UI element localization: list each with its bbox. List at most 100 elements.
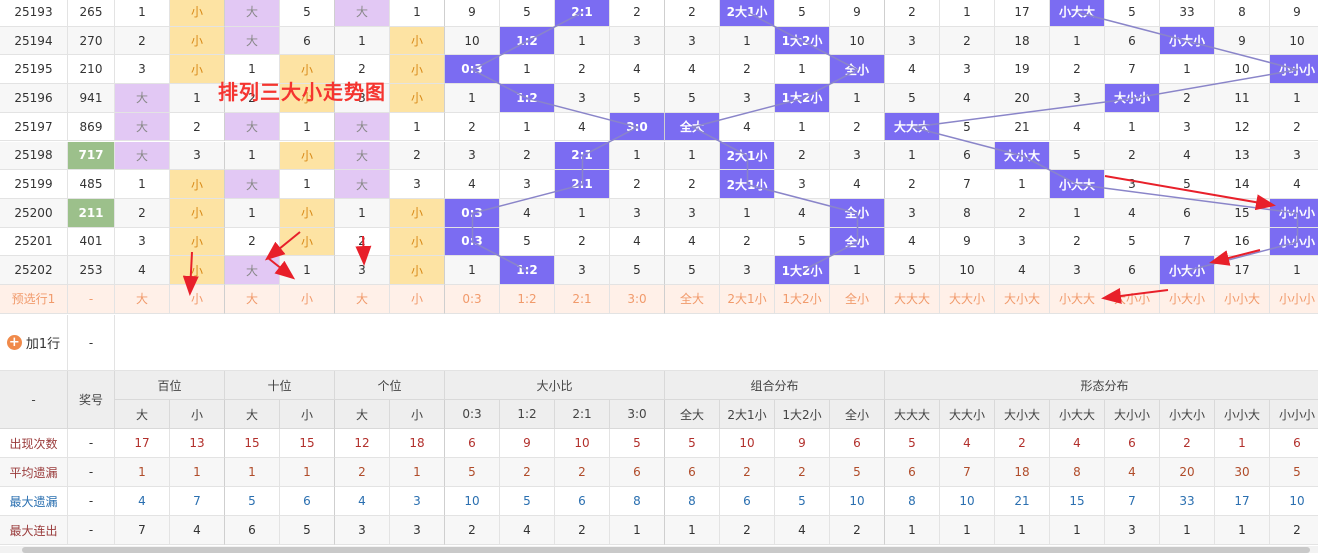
miss-count-cell: 2 [775, 141, 830, 171]
miss-count-cell: 15 [1215, 198, 1270, 228]
stat-value: 1 [1215, 429, 1270, 458]
horizontal-scrollbar-thumb[interactable] [22, 547, 1310, 553]
preselect-option[interactable]: 全大 [665, 285, 720, 314]
add-row-button[interactable]: + 加1行 [0, 315, 68, 371]
prize-number-cell: 717 [68, 141, 115, 171]
trend-ball: 大 [115, 141, 170, 171]
stat-value: 17 [115, 429, 170, 458]
stat-value: 10 [720, 429, 775, 458]
stat-value: 9 [775, 429, 830, 458]
trend-ball: 大 [225, 256, 280, 285]
stat-value: 7 [115, 516, 170, 545]
trend-ball: 2:1 [555, 170, 610, 199]
stat-value: 4 [1105, 458, 1160, 487]
period-cell: 25196 [0, 84, 68, 113]
stat-value: 10 [445, 487, 500, 516]
miss-count-cell: 7 [1105, 55, 1160, 85]
miss-count-cell: 2 [115, 198, 170, 228]
stat-value: 2 [995, 429, 1050, 458]
preselect-option[interactable]: 小大大 [1050, 285, 1105, 314]
header-sub: 大 [115, 400, 170, 429]
miss-count-cell: 1 [1105, 112, 1160, 142]
miss-count-cell: 18 [995, 26, 1050, 56]
stat-value: 1 [610, 516, 665, 545]
stat-label: 平均遗漏 [0, 458, 68, 487]
stat-value: 18 [390, 429, 445, 458]
preselect-option[interactable]: 大 [335, 285, 390, 314]
miss-count-cell: 3 [995, 227, 1050, 257]
miss-count-cell: 1 [390, 112, 445, 142]
stat-value: 6 [720, 487, 775, 516]
stat-value: 6 [885, 458, 940, 487]
miss-count-cell: 4 [940, 84, 995, 113]
preselect-option[interactable]: 全小 [830, 285, 885, 314]
header-sub: 大大大 [885, 400, 940, 429]
miss-count-cell: 5 [500, 227, 555, 257]
miss-count-cell: 4 [885, 227, 940, 257]
preselect-option[interactable]: 大 [225, 285, 280, 314]
header-sub: 小 [170, 400, 225, 429]
miss-count-cell: 1 [555, 26, 610, 56]
preselect-option[interactable]: 小小小 [1270, 285, 1318, 314]
preselect-option[interactable]: 小大小 [1160, 285, 1215, 314]
header-sub: 大 [225, 400, 280, 429]
header-sub: 0:3 [445, 400, 500, 429]
preselect-option[interactable]: 小 [280, 285, 335, 314]
miss-count-cell: 4 [995, 256, 1050, 285]
header-group: 形态分布 [885, 371, 1318, 400]
preselect-option[interactable]: 小小大 [1215, 285, 1270, 314]
miss-count-cell: 12 [1215, 112, 1270, 142]
stat-value: 7 [940, 458, 995, 487]
preselect-row-label[interactable]: 预选行1 [0, 285, 68, 314]
stat-value: 3 [1105, 516, 1160, 545]
preselect-option[interactable]: 大大大 [885, 285, 940, 314]
miss-count-cell: 1 [830, 256, 885, 285]
preselect-option[interactable]: 2大1小 [720, 285, 775, 314]
trend-ball: 大 [335, 141, 390, 171]
period-cell: 25193 [0, 0, 68, 27]
miss-count-cell: 4 [610, 227, 665, 257]
miss-count-cell: 1 [280, 256, 335, 285]
preselect-option[interactable]: 小 [390, 285, 445, 314]
miss-count-cell: 4 [1270, 170, 1318, 199]
stat-value: 10 [555, 429, 610, 458]
preselect-option[interactable]: 小 [170, 285, 225, 314]
trend-ball: 大小小 [1105, 84, 1160, 113]
miss-count-cell: 3 [390, 170, 445, 199]
stat-value: 4 [115, 487, 170, 516]
preselect-option[interactable]: 1:2 [500, 285, 555, 314]
miss-count-cell: 5 [280, 0, 335, 27]
preselect-option[interactable]: 大 [115, 285, 170, 314]
stat-value: 2 [555, 516, 610, 545]
stat-value: 21 [995, 487, 1050, 516]
trend-ball: 小 [170, 170, 225, 199]
preselect-option[interactable]: 大小小 [1105, 285, 1160, 314]
stat-value: 4 [170, 516, 225, 545]
miss-count-cell: 20 [995, 84, 1050, 113]
trend-ball: 小 [280, 227, 335, 257]
trend-ball: 0:3 [445, 227, 500, 257]
preselect-option[interactable]: 2:1 [555, 285, 610, 314]
preselect-option[interactable]: 大小大 [995, 285, 1050, 314]
preselect-option[interactable]: 3:0 [610, 285, 665, 314]
preselect-option[interactable]: 0:3 [445, 285, 500, 314]
trend-ball: 1:2 [500, 26, 555, 56]
stat-value: 2 [335, 458, 390, 487]
preselect-option[interactable]: 1大2小 [775, 285, 830, 314]
miss-count-cell: 4 [1105, 198, 1160, 228]
preselect-option[interactable]: 大大小 [940, 285, 995, 314]
trend-ball: 1大2小 [775, 84, 830, 113]
trend-ball: 小小小 [1270, 198, 1318, 228]
trend-ball: 小大大 [1050, 170, 1105, 199]
miss-count-cell: 2 [1160, 84, 1215, 113]
trend-ball: 3:0 [610, 112, 665, 142]
miss-count-cell: 3 [775, 170, 830, 199]
miss-count-cell: 33 [1160, 0, 1215, 27]
miss-count-cell: 5 [1050, 141, 1105, 171]
miss-count-cell: 8 [940, 198, 995, 228]
stat-value: 5 [280, 516, 335, 545]
miss-count-cell: 3 [1105, 170, 1160, 199]
stat-value: 1 [1160, 516, 1215, 545]
miss-count-cell: 2 [830, 112, 885, 142]
miss-count-cell: 9 [830, 0, 885, 27]
